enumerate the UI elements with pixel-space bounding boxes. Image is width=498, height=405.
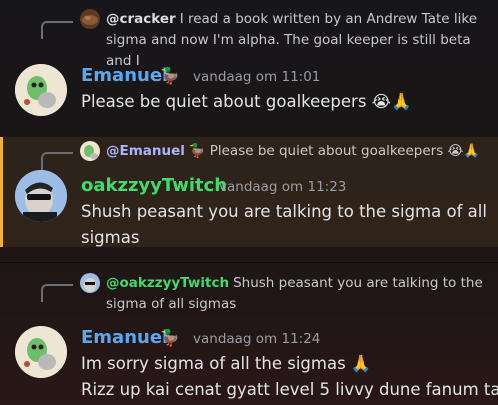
- reply-avatar[interactable]: [80, 273, 100, 293]
- duck-emoji-icon: 🦆: [160, 66, 180, 85]
- timestamp[interactable]: vandaag om 11:01: [193, 69, 320, 85]
- person-with-sunglasses-avatar-icon: [15, 170, 67, 222]
- message-text: Shush peasant you are talking to the sig…: [81, 202, 487, 221]
- green-creature-avatar-icon: [84, 145, 98, 159]
- reply-author[interactable]: @cracker: [106, 11, 176, 27]
- reply-connector: [41, 21, 73, 39]
- timestamp[interactable]: vandaag om 11:24: [193, 331, 320, 347]
- reply-author[interactable]: @Emanuel: [106, 143, 185, 159]
- avatar[interactable]: [15, 326, 67, 378]
- reply-connector: [41, 284, 73, 302]
- message-text: Please be quiet about goalkeepers 😭🙏: [81, 92, 412, 111]
- reply-avatar[interactable]: [80, 9, 100, 29]
- duck-emoji-icon: 🦆: [188, 143, 206, 159]
- person-with-sunglasses-avatar-icon: [84, 278, 96, 292]
- reply-preview[interactable]: @Emanuel 🦆 Please be quiet about goalkeepe…: [106, 141, 491, 162]
- reply-author[interactable]: @oakzzyyTwitch: [106, 275, 229, 291]
- duck-emoji-icon: 🦆: [160, 328, 180, 347]
- reply-preview[interactable]: @cracker I read a book written by an Andr…: [106, 9, 491, 72]
- green-creature-avatar-icon: [15, 64, 67, 116]
- reply-snippet: Please be quiet about goalkeepers 😭🙏: [209, 143, 481, 159]
- cracker-avatar-icon: [82, 15, 98, 25]
- message-divider: [0, 262, 498, 263]
- message-text-continued: Rizz up kai cenat gyatt level 5 livvy du…: [81, 380, 498, 399]
- reply-avatar[interactable]: [80, 141, 100, 161]
- author-name[interactable]: Emanuel: [81, 65, 168, 86]
- author-name[interactable]: oakzzyyTwitch: [81, 175, 227, 196]
- message-text-continued: sigmas: [81, 228, 140, 247]
- green-creature-avatar-icon: [15, 326, 67, 378]
- avatar[interactable]: [15, 170, 67, 222]
- timestamp[interactable]: vandaag om 11:23: [219, 179, 346, 195]
- avatar[interactable]: [15, 64, 67, 116]
- reply-preview[interactable]: @oakzzyyTwitch Shush peasant you are talk…: [106, 273, 486, 315]
- reply-connector: [41, 152, 73, 170]
- message-text: Im sorry sigma of all the sigmas 🙏: [81, 354, 372, 373]
- author-name[interactable]: Emanuel: [81, 327, 168, 348]
